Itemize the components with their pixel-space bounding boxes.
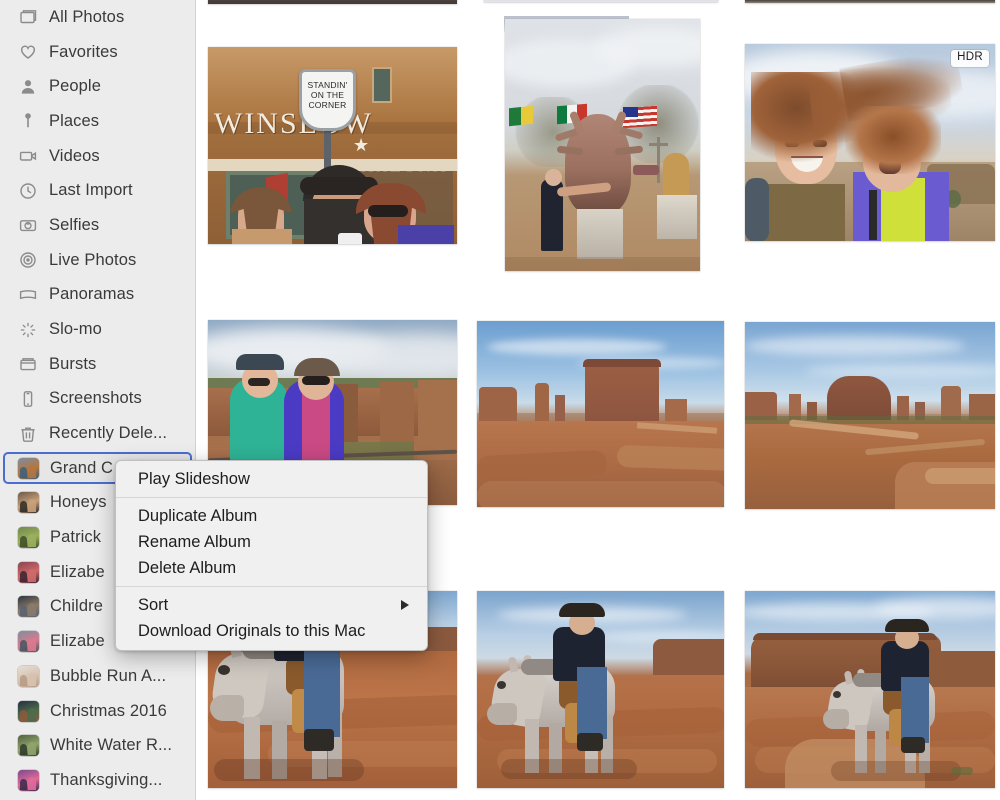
live-photo-icon	[18, 250, 38, 270]
photo-sliver-middle[interactable]	[484, 0, 718, 2]
album-thumb-patrick	[18, 527, 39, 549]
sidebar-item-videos[interactable]: Videos	[0, 139, 195, 174]
map-pin-icon	[18, 111, 38, 131]
sidebar-item-all-photos[interactable]: All Photos	[0, 0, 195, 35]
photo-windy-selfie[interactable]: HDR	[745, 44, 995, 241]
menu-separator	[116, 497, 427, 498]
slomo-icon	[18, 320, 38, 340]
sidebar-album-label: Patrick	[50, 528, 102, 547]
sidebar-item-label: Panoramas	[49, 285, 135, 304]
sidebar-item-live-photos[interactable]: Live Photos	[0, 243, 195, 278]
trash-icon	[18, 424, 38, 444]
camera-icon	[18, 215, 38, 235]
menu-item-download-originals-to-this-mac[interactable]: Download Originals to this Mac	[116, 618, 427, 644]
all-photos-icon	[18, 7, 38, 27]
sidebar-item-label: Last Import	[49, 181, 133, 200]
sidebar-item-label: All Photos	[49, 7, 125, 26]
sidebar-item-panoramas[interactable]: Panoramas	[0, 278, 195, 313]
album-thumb-elizabeth-1	[18, 561, 39, 583]
sidebar-album-christmas-2016[interactable]: Christmas 2016	[0, 694, 195, 729]
album-thumb-elizabeth-2	[18, 631, 39, 653]
video-camera-icon	[18, 146, 38, 166]
photo-sliver-right[interactable]	[745, 0, 995, 3]
sidebar-album-label: Thanksgiving...	[50, 770, 163, 789]
menu-separator	[116, 586, 427, 587]
album-thumb-honeymoon	[18, 492, 39, 514]
sidebar-item-label: Favorites	[49, 42, 118, 61]
sidebar-item-label: People	[49, 77, 101, 96]
menu-item-play-slideshow[interactable]: Play Slideshow	[116, 466, 427, 492]
album-thumb-christmas-2016	[18, 700, 39, 722]
photos-app-window: All Photos Favorites People Places Videos Las…	[0, 0, 1000, 800]
photo-monument-valley-mittens[interactable]	[477, 321, 724, 507]
bursts-icon	[18, 354, 38, 374]
heart-icon	[18, 42, 38, 62]
album-thumb-bubble-run	[18, 665, 39, 687]
sidebar-item-label: Bursts	[49, 354, 97, 373]
sidebar-item-label: Live Photos	[49, 250, 137, 269]
person-icon	[18, 77, 38, 97]
sidebar-item-label: Places	[49, 111, 100, 130]
sidebar-album-label: Childre	[50, 597, 103, 616]
sidebar-item-people[interactable]: People	[0, 69, 195, 104]
menu-item-label: Delete Album	[138, 558, 237, 577]
album-thumb-thanksgiving	[18, 769, 39, 791]
sidebar-album-bubble-run-a[interactable]: Bubble Run A...	[0, 659, 195, 694]
hdr-badge: HDR	[951, 50, 989, 67]
sidebar-album-label: Christmas 2016	[50, 701, 167, 720]
phone-icon	[18, 389, 38, 409]
menu-item-label: Duplicate Album	[138, 506, 258, 525]
photo-winslow-arizona[interactable]: WINSLOW ★ ARIZONA STANDIN'ON THECORNER	[208, 47, 457, 244]
sidebar-item-screenshots[interactable]: Screenshots	[0, 382, 195, 417]
sidebar-album-thanksgiving[interactable]: Thanksgiving...	[0, 763, 195, 798]
sidebar-album-label: Bubble Run A...	[50, 666, 167, 685]
menu-item-delete-album[interactable]: Delete Album	[116, 555, 427, 581]
sidebar-album-label: Grand C	[50, 458, 114, 477]
sidebar-item-places[interactable]: Places	[0, 104, 195, 139]
photo-sliver-left[interactable]	[208, 0, 457, 4]
album-thumb-white-water	[18, 735, 39, 757]
sidebar-album-label: Elizabe	[50, 632, 105, 651]
photo-horse-rider-mid[interactable]	[477, 591, 724, 788]
sidebar[interactable]: All Photos Favorites People Places Videos Las…	[0, 0, 196, 800]
sidebar-item-bursts[interactable]: Bursts	[0, 347, 195, 382]
photo-horse-rider-mesa[interactable]	[745, 591, 995, 788]
panorama-icon	[18, 285, 38, 305]
sidebar-smart-albums-list[interactable]: All Photos Favorites People Places Videos Las…	[0, 0, 195, 451]
sidebar-item-recently-dele[interactable]: Recently Dele...	[0, 416, 195, 451]
sidebar-album-white-water-r[interactable]: White Water R...	[0, 728, 195, 763]
album-context-menu[interactable]: Play Slideshow Duplicate Album Rename Albu…	[115, 460, 428, 651]
sidebar-item-last-import[interactable]: Last Import	[0, 173, 195, 208]
sidebar-item-label: Videos	[49, 146, 100, 165]
photo-monument-valley-wide[interactable]	[745, 322, 995, 509]
menu-item-label: Download Originals to this Mac	[138, 621, 366, 640]
menu-item-sort[interactable]: Sort	[116, 592, 427, 618]
sidebar-item-label: Screenshots	[49, 389, 142, 408]
menu-item-duplicate-album[interactable]: Duplicate Album	[116, 503, 427, 529]
sidebar-item-label: Recently Dele...	[49, 424, 168, 443]
album-thumb-children	[18, 596, 39, 618]
sidebar-item-label: Selfies	[49, 215, 100, 234]
sidebar-album-label: Honeys	[50, 493, 107, 512]
sidebar-item-favorites[interactable]: Favorites	[0, 35, 195, 70]
menu-item-rename-album[interactable]: Rename Album	[116, 529, 427, 555]
photo-dinosaur-statue[interactable]	[505, 19, 700, 271]
photo-grid[interactable]: WINSLOW ★ ARIZONA STANDIN'ON THECORNER	[197, 0, 1000, 800]
sidebar-album-label: White Water R...	[50, 736, 173, 755]
sidebar-album-label: Elizabe	[50, 562, 105, 581]
menu-item-label: Play Slideshow	[138, 469, 250, 488]
sidebar-item-slo-mo[interactable]: Slo-mo	[0, 312, 195, 347]
submenu-arrow-icon	[401, 600, 409, 610]
sidebar-item-selfies[interactable]: Selfies	[0, 208, 195, 243]
album-thumb-grand-canyon	[18, 457, 39, 479]
menu-item-label: Sort	[138, 595, 169, 614]
sidebar-item-label: Slo-mo	[49, 320, 102, 339]
clock-icon	[18, 181, 38, 201]
menu-item-label: Rename Album	[138, 532, 251, 551]
